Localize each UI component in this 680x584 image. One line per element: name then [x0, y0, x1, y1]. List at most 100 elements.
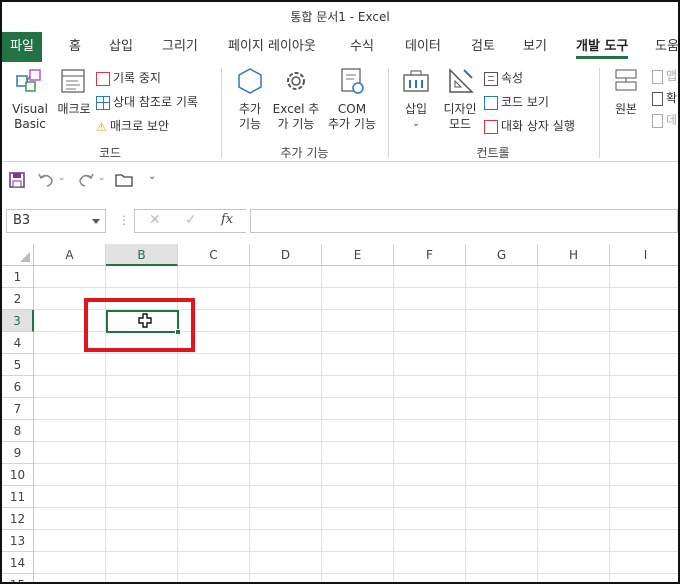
run-dialog-button[interactable]: 대화 상자 실행: [484, 116, 575, 136]
macro-label: 매크로: [57, 102, 91, 116]
design-mode-label-1: 디자인: [443, 102, 477, 116]
view-code-button[interactable]: 코드 보기: [484, 92, 549, 112]
gridline-horizontal: [34, 551, 678, 552]
column-header-a[interactable]: A: [34, 244, 106, 266]
row-header-5[interactable]: 5: [2, 354, 34, 376]
save-icon[interactable]: [8, 170, 26, 190]
column-header-b[interactable]: B: [106, 244, 178, 266]
design-mode-label-2: 모드: [448, 117, 472, 131]
column-header-g[interactable]: G: [466, 244, 538, 266]
refresh-data-button[interactable]: 데: [652, 110, 677, 130]
column-header-i[interactable]: I: [610, 244, 678, 266]
undo-dropdown-icon[interactable]: ⌄: [58, 173, 66, 193]
relative-ref-button[interactable]: 상대 참조로 기록: [96, 92, 198, 112]
name-box[interactable]: B3: [6, 209, 106, 233]
folder-icon[interactable]: [114, 170, 134, 190]
macro-button[interactable]: 매크로: [54, 66, 94, 117]
name-box-dropdown-icon[interactable]: [92, 219, 100, 224]
row-header-1[interactable]: 1: [2, 266, 34, 288]
redo-icon[interactable]: [76, 170, 96, 190]
tab-data[interactable]: 데이터: [405, 32, 441, 62]
formula-input[interactable]: [250, 209, 678, 233]
expansion-pack-button[interactable]: 확: [652, 88, 677, 108]
run-dialog-icon: [484, 119, 498, 134]
cancel-icon[interactable]: ✕: [149, 212, 161, 228]
insert-function-icon[interactable]: fx: [221, 212, 233, 227]
ribbon: Visual Basic 매크로 기록 중지 상대 참조로 기록 ⚠ 매크로 보안…: [2, 62, 678, 162]
gridline-horizontal: [34, 375, 678, 376]
com-addins-label-1: COM: [337, 102, 367, 116]
design-mode-button[interactable]: 디자인 모드: [440, 66, 480, 132]
resize-dots-icon[interactable]: ⋮: [118, 213, 130, 227]
redo-dropdown-icon[interactable]: ⌄: [98, 173, 106, 193]
com-addins-label-2: 추가 기능: [328, 117, 376, 131]
spreadsheet-grid[interactable]: ABCDEFGHI 123456789101112131415: [2, 244, 678, 582]
row-header-3[interactable]: 3: [2, 310, 34, 332]
column-header-d[interactable]: D: [250, 244, 322, 266]
com-addins-icon: [341, 68, 364, 94]
record-stop-button[interactable]: 기록 중지: [96, 68, 161, 88]
tab-home[interactable]: 홈: [69, 32, 81, 62]
enter-check-icon[interactable]: ✓: [185, 212, 197, 228]
expansion-pack-label-partial: 확: [666, 91, 678, 105]
tab-draw[interactable]: 그리기: [162, 32, 198, 62]
tab-insert[interactable]: 삽입: [109, 32, 133, 62]
tab-page-layout[interactable]: 페이지 레이아웃: [228, 32, 316, 62]
xml-source-label: 원본: [614, 102, 638, 116]
map-properties-button[interactable]: 맵: [652, 66, 677, 86]
tab-help[interactable]: 도움: [655, 32, 678, 62]
group-label-addins: 추가 기능: [280, 146, 329, 160]
ruler-triangle-icon: [449, 68, 474, 93]
undo-icon[interactable]: [36, 170, 56, 190]
properties-button[interactable]: 속성: [484, 68, 523, 88]
column-header-e[interactable]: E: [322, 244, 394, 266]
select-all-button[interactable]: [2, 244, 34, 266]
excel-window: 통합 문서1 - Excel 파일 홈 삽입 그리기 페이지 레이아웃 수식 데…: [0, 0, 680, 584]
visual-basic-icon: [16, 69, 41, 92]
row-header-11[interactable]: 11: [2, 486, 34, 508]
gridline-horizontal: [34, 441, 678, 442]
record-stop-label: 기록 중지: [113, 71, 161, 85]
row-header-12[interactable]: 12: [2, 508, 34, 530]
tab-review[interactable]: 검토: [471, 32, 495, 62]
row-header-6[interactable]: 6: [2, 376, 34, 398]
properties-label: 속성: [501, 71, 524, 85]
map-properties-icon: [652, 69, 663, 84]
column-header-c[interactable]: C: [178, 244, 250, 266]
column-header-f[interactable]: F: [394, 244, 466, 266]
refresh-data-label-partial: 데: [666, 113, 678, 127]
row-header-13[interactable]: 13: [2, 530, 34, 552]
properties-icon: [484, 71, 498, 86]
tab-view[interactable]: 보기: [523, 32, 547, 62]
column-header-h[interactable]: H: [538, 244, 610, 266]
gridline-horizontal: [34, 397, 678, 398]
row-header-9[interactable]: 9: [2, 442, 34, 464]
xml-source-button[interactable]: 원본: [608, 66, 644, 117]
gridline-vertical: [609, 266, 610, 582]
row-header-10[interactable]: 10: [2, 464, 34, 486]
highlight-annotation-box: [84, 298, 195, 352]
row-header-14[interactable]: 14: [2, 552, 34, 574]
macro-security-button[interactable]: ⚠ 매크로 보안: [96, 116, 169, 136]
row-header-7[interactable]: 7: [2, 398, 34, 420]
visual-basic-label-2: Basic: [14, 117, 46, 131]
visual-basic-button[interactable]: Visual Basic: [10, 66, 50, 132]
row-header-15[interactable]: 15: [2, 574, 34, 582]
insert-control-button[interactable]: 삽입 ⌄: [398, 66, 434, 132]
gear-icon: [287, 72, 305, 90]
excel-addins-button[interactable]: Excel 추 가 기능: [272, 66, 320, 132]
tab-developer[interactable]: 개발 도구: [576, 32, 629, 62]
customize-qat-icon[interactable]: ⌄: [148, 171, 156, 191]
formula-bar: B3 ⋮ ✕ ✓ fx: [2, 205, 678, 237]
excel-addins-label-2: 가 기능: [277, 117, 315, 131]
gridline-vertical: [321, 266, 322, 582]
addins-button[interactable]: 추가 기능: [230, 66, 270, 132]
row-header-8[interactable]: 8: [2, 420, 34, 442]
row-header-4[interactable]: 4: [2, 332, 34, 354]
hexagon-icon: [238, 68, 262, 94]
gridline-horizontal: [34, 529, 678, 530]
tab-file[interactable]: 파일: [2, 32, 42, 62]
row-header-2[interactable]: 2: [2, 288, 34, 310]
com-addins-button[interactable]: COM 추가 기능: [324, 66, 380, 132]
tab-formulas[interactable]: 수식: [350, 32, 374, 62]
